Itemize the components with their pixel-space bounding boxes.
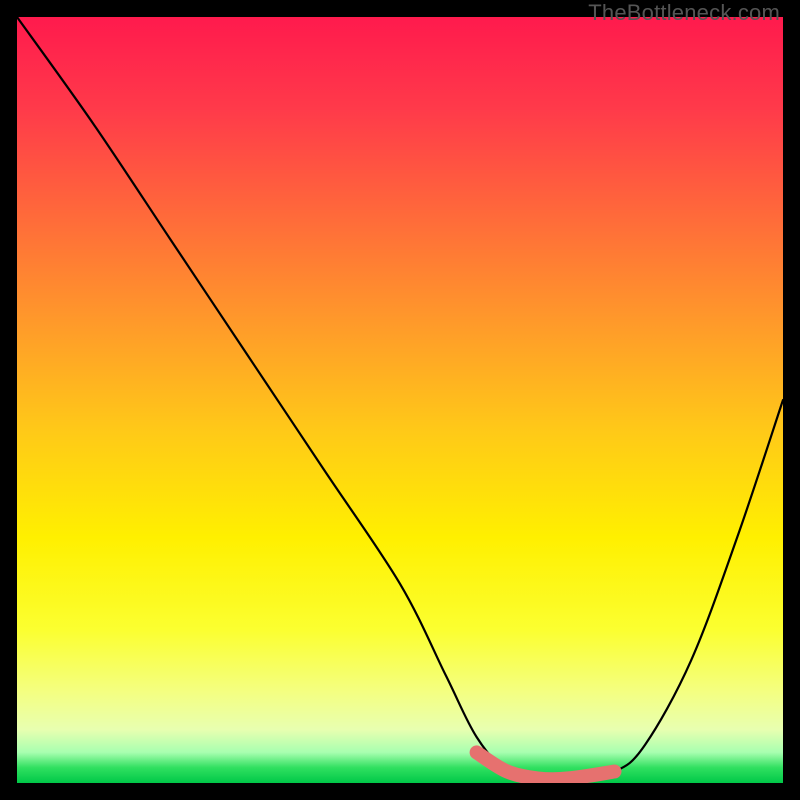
bottleneck-curve [17, 17, 783, 779]
chart-svg [17, 17, 783, 783]
chart-frame: TheBottleneck.com [0, 0, 800, 800]
watermark-text: TheBottleneck.com [588, 0, 780, 26]
plot-area [17, 17, 783, 783]
highlight-segment [477, 752, 615, 779]
